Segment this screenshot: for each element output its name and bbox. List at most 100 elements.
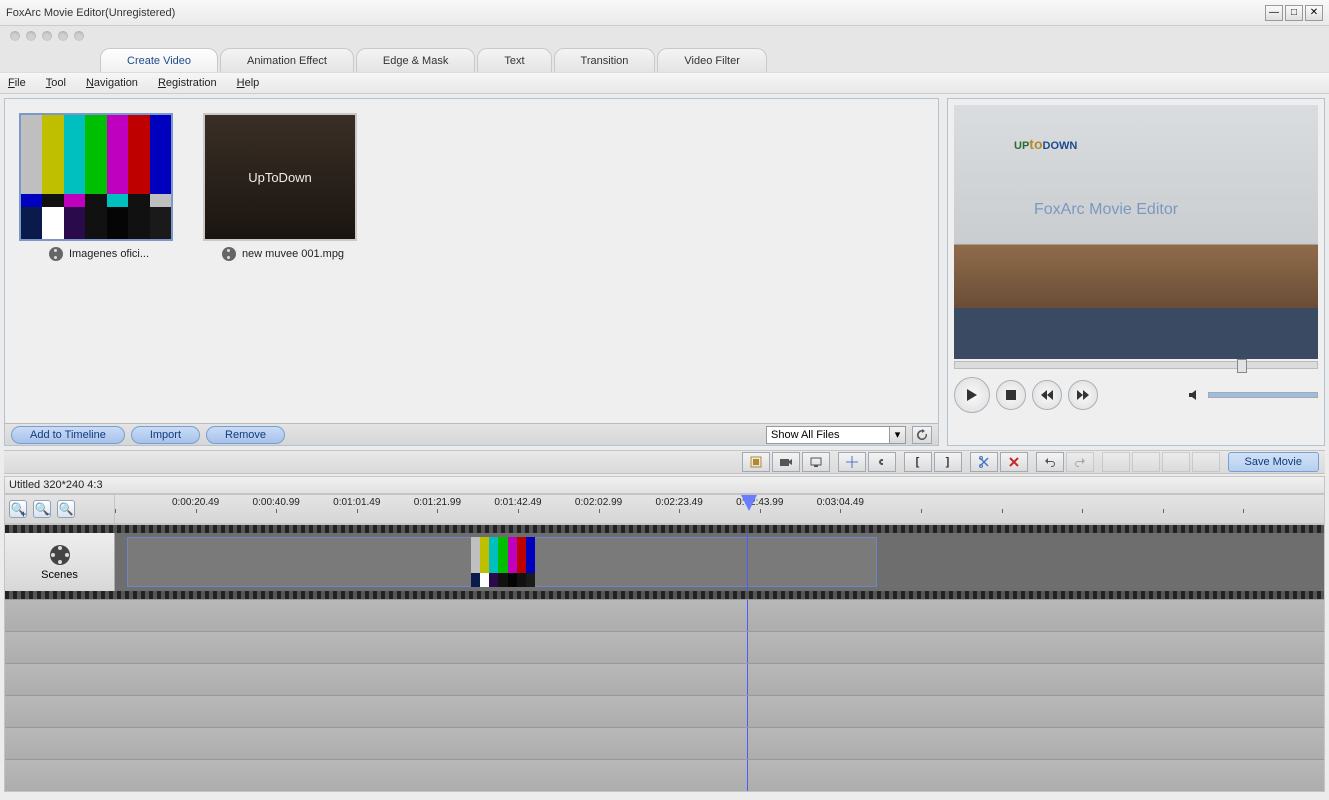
filter-select-value: Show All Files	[771, 429, 839, 441]
link-icon	[876, 456, 888, 468]
empty-tracks	[5, 599, 1324, 791]
forward-icon	[1077, 390, 1089, 400]
preview-logo: UPtoDOWN	[1014, 129, 1077, 155]
add-to-timeline-button[interactable]: Add to Timeline	[11, 426, 125, 444]
play-button[interactable]	[954, 377, 990, 413]
tool-film-button[interactable]	[742, 452, 770, 472]
tab-video-filter[interactable]: Video Filter	[657, 48, 766, 72]
close-button[interactable]: ✕	[1305, 5, 1323, 21]
chevron-down-icon: ▾	[889, 427, 905, 443]
track-label: Scenes	[41, 569, 78, 581]
tool-delete-button[interactable]	[1000, 452, 1028, 472]
project-title-label: Utitled 320*240 4:3	[9, 479, 103, 491]
tab-text[interactable]: Text	[477, 48, 551, 72]
empty-track-row[interactable]	[5, 599, 1324, 631]
tab-edge-mask[interactable]: Edge & Mask	[356, 48, 475, 72]
timeline: Scenes	[4, 524, 1325, 792]
stop-button[interactable]	[996, 380, 1026, 410]
tool-mark-in-button[interactable]: [	[904, 452, 932, 472]
ruler-tick: 0:00:40.99	[253, 497, 300, 508]
empty-track-row[interactable]	[5, 631, 1324, 663]
remove-button[interactable]: Remove	[206, 426, 285, 444]
x-icon	[1009, 457, 1019, 467]
tab-animation-effect[interactable]: Animation Effect	[220, 48, 354, 72]
film-icon	[750, 456, 762, 468]
scenes-track: Scenes	[5, 533, 1324, 591]
monitor-icon	[810, 457, 822, 467]
tool-disabled-2	[1132, 452, 1160, 472]
menu-help[interactable]: Help	[237, 77, 260, 89]
zoom-fit-button[interactable]: 🔍	[57, 500, 75, 518]
seek-knob[interactable]	[1237, 359, 1247, 373]
zoom-in-button[interactable]: 🔍+	[9, 500, 27, 518]
zoom-out-button[interactable]: 🔍−	[33, 500, 51, 518]
tool-camera-button[interactable]	[772, 452, 800, 472]
tool-monitor-button[interactable]	[802, 452, 830, 472]
playhead-line[interactable]	[747, 533, 748, 591]
media-item[interactable]: UpToDown new muvee 001.mpg	[203, 113, 363, 261]
import-button[interactable]: Import	[131, 426, 200, 444]
tool-undo-button[interactable]	[1036, 452, 1064, 472]
media-thumbnail[interactable]: UpToDown	[203, 113, 357, 241]
menu-registration[interactable]: Registration	[158, 77, 217, 89]
rewind-button[interactable]	[1032, 380, 1062, 410]
track-header[interactable]: Scenes	[5, 533, 115, 591]
tool-disabled-1	[1102, 452, 1130, 472]
thumb-text: UpToDown	[205, 115, 355, 239]
refresh-button[interactable]	[912, 426, 932, 444]
ruler-tick: 0:02:02.99	[575, 497, 622, 508]
camera-icon	[780, 457, 792, 467]
dot-icon	[26, 31, 36, 41]
tool-mark-out-button[interactable]: ]	[934, 452, 962, 472]
reel-icon	[48, 543, 72, 567]
media-thumbnail[interactable]	[19, 113, 173, 241]
forward-button[interactable]	[1068, 380, 1098, 410]
empty-track-row[interactable]	[5, 759, 1324, 791]
snap-icon	[846, 456, 858, 468]
media-item-label: new muvee 001.mpg	[242, 248, 344, 260]
tool-redo-button	[1066, 452, 1094, 472]
track-body[interactable]	[115, 533, 1324, 591]
play-icon	[966, 388, 978, 402]
empty-track-row[interactable]	[5, 727, 1324, 759]
preview-seek-slider[interactable]	[954, 361, 1318, 369]
preview-panel: UPtoDOWN FoxArc Movie Editor	[947, 98, 1325, 446]
empty-track-row[interactable]	[5, 695, 1324, 727]
volume-slider[interactable]	[1208, 392, 1318, 398]
tool-snap-button[interactable]	[838, 452, 866, 472]
reel-icon	[222, 247, 236, 261]
project-title-bar: Utitled 320*240 4:3	[4, 476, 1325, 494]
refresh-icon	[916, 429, 928, 441]
tab-create-video[interactable]: Create Video	[100, 48, 218, 72]
media-item[interactable]: Imagenes ofici...	[19, 113, 179, 261]
decorative-dots	[0, 26, 1329, 46]
maximize-button[interactable]: □	[1285, 5, 1303, 21]
tool-link-button[interactable]	[868, 452, 896, 472]
window-title: FoxArc Movie Editor(Unregistered)	[6, 7, 1263, 19]
bracket-right-icon: ]	[946, 456, 950, 468]
menu-file[interactable]: File	[8, 77, 26, 89]
ruler-tick: 0:01:01.49	[333, 497, 380, 508]
menu-tool[interactable]: Tool	[46, 77, 66, 89]
dot-icon	[58, 31, 68, 41]
undo-icon	[1044, 457, 1056, 467]
bracket-left-icon: [	[916, 456, 920, 468]
timeline-ruler[interactable]: 0:00:20.49 0:00:40.99 0:01:01.49 0:01:21…	[115, 495, 1324, 523]
tab-transition[interactable]: Transition	[554, 48, 656, 72]
filter-select[interactable]: Show All Files ▾	[766, 426, 906, 444]
save-movie-button[interactable]: Save Movie	[1228, 452, 1319, 472]
empty-track-row[interactable]	[5, 663, 1324, 695]
ruler-tick: 0:01:42.49	[494, 497, 541, 508]
media-panel: Imagenes ofici... UpToDown new muvee 001…	[4, 98, 939, 446]
tool-cut-button[interactable]	[970, 452, 998, 472]
media-list[interactable]: Imagenes ofici... UpToDown new muvee 001…	[5, 99, 938, 423]
minimize-button[interactable]: —	[1265, 5, 1283, 21]
preview-video[interactable]: UPtoDOWN FoxArc Movie Editor	[954, 105, 1318, 359]
tool-disabled-3	[1162, 452, 1190, 472]
media-footer: Add to Timeline Import Remove Show All F…	[5, 423, 938, 445]
clip-thumbnail	[471, 537, 535, 587]
ruler-tick: 0:01:21.99	[414, 497, 461, 508]
ruler-row: 🔍+ 🔍− 🔍 0:00:20.49 0:00:40.99 0:01:01.49…	[4, 494, 1325, 524]
title-bar: FoxArc Movie Editor(Unregistered) — □ ✕	[0, 0, 1329, 26]
menu-navigation[interactable]: Navigation	[86, 77, 138, 89]
